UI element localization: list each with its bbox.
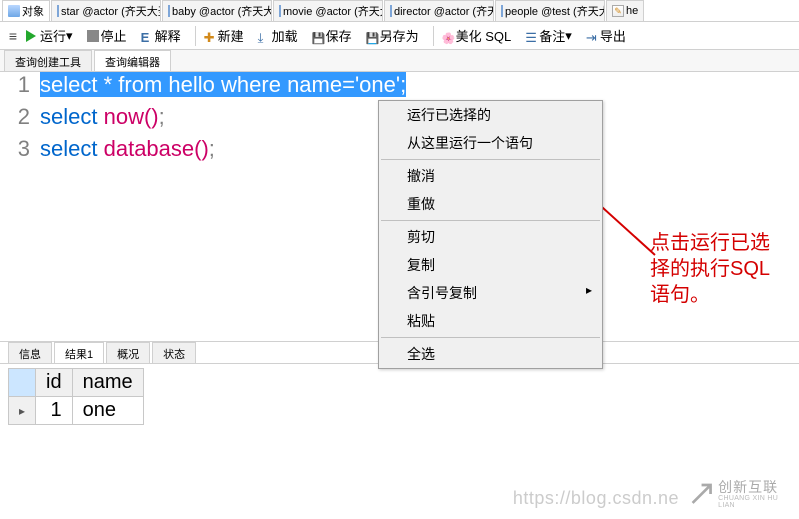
annotation-text: 点击运行已选择的执行SQL语句。 [650,230,780,308]
tab-query-editor[interactable]: 查询编辑器 [94,50,171,71]
play-icon [26,30,38,42]
tab-table-star[interactable]: star @actor (齐天大圣... [51,0,161,21]
note-button[interactable]: 备注 ▾ [521,24,576,47]
menu-separator [381,220,600,221]
export-icon [586,30,598,42]
logo-text: 创新互联 [718,479,778,495]
flower-icon [442,30,454,42]
tab-objects[interactable]: 对象 [2,0,50,21]
table-icon [57,5,59,17]
saveas-icon [366,30,378,42]
beautify-button[interactable]: 美化 SQL [438,24,516,47]
menu-undo[interactable]: 撤消 [379,162,602,190]
tab-query-builder[interactable]: 查询创建工具 [4,50,92,71]
table-icon [390,5,392,17]
note-label: 备注 [539,26,565,45]
stop-label: 停止 [101,26,127,45]
load-label: 加载 [272,26,298,45]
toolbar: ≡ 运行 ▾ 停止 解释 新建 加载 保存 另存为 美化 SQL 备注 ▾ 导出 [0,22,799,50]
editor-sub-tabs: 查询创建工具 查询编辑器 [0,50,799,72]
saveas-button[interactable]: 另存为 [362,24,423,47]
save-label: 保存 [326,26,352,45]
tab-table-movie[interactable]: movie @actor (齐天大... [273,0,383,21]
tab-query-he[interactable]: he [606,0,644,21]
result-grid-wrap: id name ▸ 1 one [0,364,799,425]
stop-button[interactable]: 停止 [83,24,131,47]
tab-table-baby[interactable]: baby @actor (齐天大... [162,0,272,21]
row-marker-header [9,369,36,397]
tab-label: he [626,5,638,17]
table-icon [279,5,281,17]
table-icon [501,5,503,17]
new-icon [204,30,216,42]
tab-label: people @test (齐天大... [505,3,605,19]
menu-redo[interactable]: 重做 [379,190,602,218]
load-icon [258,30,270,42]
new-button[interactable]: 新建 [200,24,248,47]
tab-label: movie @actor (齐天大... [283,3,383,19]
line-number: 3 [0,136,40,162]
row-marker: ▸ [9,397,36,425]
note-icon [525,30,537,42]
menu-select-all[interactable]: 全选 [379,340,602,368]
column-header-name[interactable]: name [72,369,143,397]
line-number: 2 [0,104,40,130]
tab-table-director[interactable]: director @actor (齐天... [384,0,494,21]
save-button[interactable]: 保存 [308,24,356,47]
query-icon [612,5,624,17]
tab-info[interactable]: 信息 [8,342,52,363]
table-header-row: id name [9,369,144,397]
menu-run-from-here[interactable]: 从这里运行一个语句 [379,129,602,157]
menu-icon[interactable]: ≡ [4,28,22,44]
cell-id[interactable]: 1 [36,397,73,425]
beauty-label: 美化 SQL [456,26,512,45]
menu-run-selected[interactable]: 运行已选择的 [379,101,602,129]
context-menu: 运行已选择的 从这里运行一个语句 撤消 重做 剪切 复制 含引号复制 粘贴 全选 [378,100,603,369]
tab-label: director @actor (齐天... [394,3,494,19]
tab-label: 对象 [22,3,44,19]
stop-icon [87,30,99,42]
menu-separator [381,159,600,160]
run-label: 运行 [40,26,66,45]
tab-status[interactable]: 状态 [152,342,196,363]
menu-copy[interactable]: 复制 [379,251,602,279]
export-label: 导出 [600,26,626,45]
save-icon [312,30,324,42]
tab-table-people[interactable]: people @test (齐天大... [495,0,605,21]
explain-icon [141,30,153,42]
logo-icon [689,480,714,508]
logo-sub: CHUANG XIN HU LIAN [718,495,789,509]
line-number: 1 [0,72,40,98]
explain-button[interactable]: 解释 [137,24,185,47]
separator [433,26,434,46]
selected-text: select * from hello where name='one'; [40,72,406,97]
tab-label: star @actor (齐天大圣... [61,3,161,19]
objects-icon [8,5,20,17]
column-header-id[interactable]: id [36,369,73,397]
top-tab-strip: 对象 star @actor (齐天大圣... baby @actor (齐天大… [0,0,799,22]
new-label: 新建 [218,26,244,45]
load-button[interactable]: 加载 [254,24,302,47]
tab-result1[interactable]: 结果1 [54,342,104,363]
export-button[interactable]: 导出 [582,24,630,47]
result-grid[interactable]: id name ▸ 1 one [8,368,144,425]
watermark-logo: 创新互联 CHUANG XIN HU LIAN [689,475,789,513]
cell-name[interactable]: one [72,397,143,425]
watermark-url: https://blog.csdn.ne [513,488,679,509]
table-icon [168,5,170,17]
explain-label: 解释 [155,26,181,45]
menu-cut[interactable]: 剪切 [379,223,602,251]
menu-paste[interactable]: 粘贴 [379,307,602,335]
table-row[interactable]: ▸ 1 one [9,397,144,425]
run-button[interactable]: 运行 ▾ [22,24,77,47]
menu-copy-quoted[interactable]: 含引号复制 [379,279,602,307]
saveas-label: 另存为 [380,26,419,45]
tab-profile[interactable]: 概况 [106,342,150,363]
menu-separator [381,337,600,338]
separator [195,26,196,46]
tab-label: baby @actor (齐天大... [172,3,272,19]
